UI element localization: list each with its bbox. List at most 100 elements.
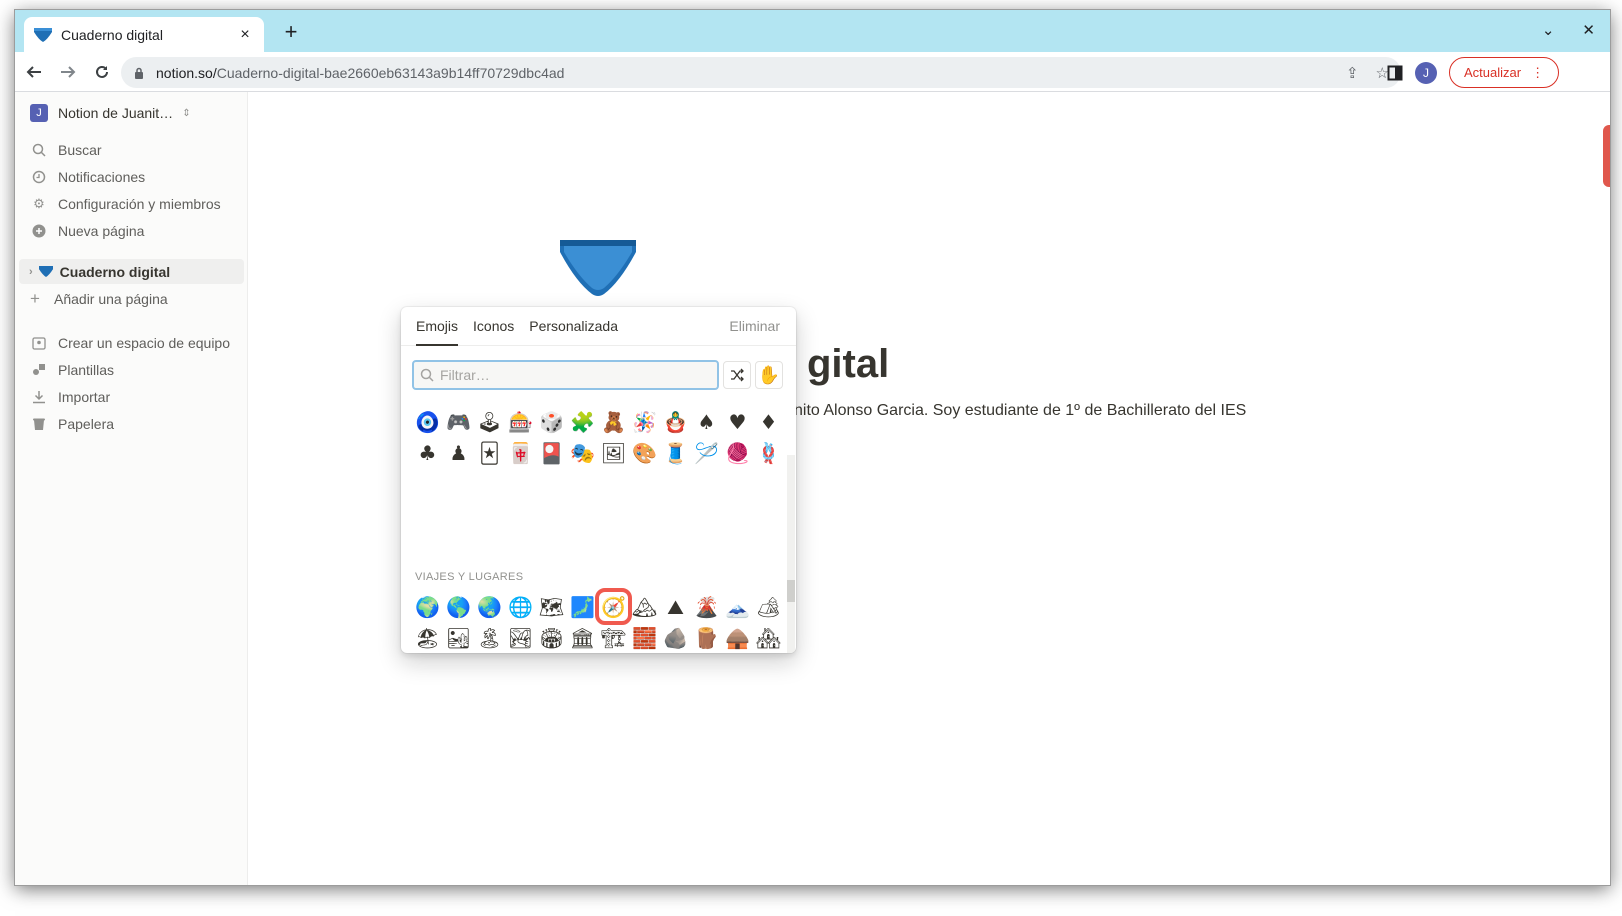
emoji-option[interactable]: 🎮 xyxy=(443,406,474,437)
emoji-filter[interactable] xyxy=(412,360,719,390)
share-icon[interactable]: ⇪ xyxy=(1346,64,1359,82)
sidebar-item-templates[interactable]: Plantillas xyxy=(31,357,114,383)
emoji-option[interactable]: 🪢 xyxy=(753,437,784,468)
emoji-option[interactable]: 🎴 xyxy=(536,437,567,468)
emoji-option[interactable]: ♦ xyxy=(753,406,784,437)
emoji-option[interactable]: 🌍 xyxy=(412,591,443,622)
emoji-option[interactable]: 🎲 xyxy=(536,406,567,437)
workspace-switcher[interactable]: J Notion de Juanit… ⇕ xyxy=(30,104,191,122)
sidebar-item-trash[interactable]: Papelera xyxy=(31,411,114,437)
emoji-row: 🌍 🌎 🌏 🌐 🗺 🗾 🧭 🏔 ⛰ 🌋 🗻 🏕 xyxy=(412,588,784,625)
page-title[interactable]: gital xyxy=(807,342,889,387)
section-label-travel: VIAJES Y LUGARES xyxy=(415,571,524,583)
emoji-option[interactable]: 🏟 xyxy=(536,622,567,653)
emoji-option[interactable]: 🕹 xyxy=(474,406,505,437)
random-emoji-button[interactable] xyxy=(723,361,751,389)
tab-search-icon[interactable]: ⌄ xyxy=(1542,21,1555,39)
emoji-option[interactable]: 🧿 xyxy=(412,406,443,437)
emoji-option[interactable]: 🏞 xyxy=(505,622,536,653)
emoji-option[interactable]: 🗻 xyxy=(722,591,753,622)
emoji-option[interactable]: 🏔 xyxy=(629,591,660,622)
sidebar-page-cuaderno-digital[interactable]: › Cuaderno digital xyxy=(19,259,244,284)
emoji-option[interactable]: 🪨 xyxy=(660,622,691,653)
sidebar-item-settings[interactable]: ⚙ Configuración y miembros xyxy=(31,191,220,217)
window-controls: ⌄ ✕ xyxy=(1542,21,1595,39)
emoji-option[interactable]: 🧸 xyxy=(598,406,629,437)
emoji-option[interactable]: 🌏 xyxy=(474,591,505,622)
emoji-option[interactable]: ♥ xyxy=(722,406,753,437)
emoji-option[interactable]: 🌋 xyxy=(691,591,722,622)
profile-avatar[interactable]: J xyxy=(1415,61,1437,84)
tab-strip: Cuaderno digital × + ⌄ ✕ xyxy=(15,10,1610,52)
sidebar-item-import[interactable]: Importar xyxy=(31,384,110,410)
sidebar-item-label: Buscar xyxy=(58,142,102,158)
picker-scrollbar[interactable] xyxy=(787,455,795,653)
side-panel-icon[interactable] xyxy=(1387,65,1403,81)
emoji-row: ♣ ♟ 🃏 🀄 🎴 🎭 🖼 🎨 🧵 🪡 🧶 🪢 xyxy=(412,437,784,468)
skin-tone-button[interactable]: ✋ xyxy=(755,361,783,389)
remove-icon-button[interactable]: Eliminar xyxy=(729,318,780,334)
sidebar-add-page[interactable]: + Añadir una página xyxy=(27,286,168,312)
emoji-option[interactable]: 🖼 xyxy=(598,437,629,468)
reload-button[interactable] xyxy=(87,57,117,87)
emoji-option[interactable]: 🎭 xyxy=(567,437,598,468)
emoji-option[interactable]: 🏖 xyxy=(412,622,443,653)
window-close-icon[interactable]: ✕ xyxy=(1582,21,1595,39)
back-arrow-icon xyxy=(26,65,41,78)
emoji-option[interactable]: 🧶 xyxy=(722,437,753,468)
tab-close-icon[interactable]: × xyxy=(236,26,254,44)
emoji-filter-input[interactable] xyxy=(440,367,700,383)
emoji-option[interactable]: 🪵 xyxy=(691,622,722,653)
tab-emojis[interactable]: Emojis xyxy=(416,307,458,346)
emoji-option[interactable]: 🗾 xyxy=(567,591,598,622)
emoji-option[interactable]: 🃏 xyxy=(474,437,505,468)
emoji-option[interactable]: 🛖 xyxy=(722,622,753,653)
emoji-option[interactable]: ♠ xyxy=(691,406,722,437)
emoji-option[interactable]: 🪡 xyxy=(691,437,722,468)
sidebar-item-label: Crear un espacio de equipo xyxy=(58,335,231,351)
page-description[interactable]: nito Alonso Garcia. Soy estudiante de 1º… xyxy=(794,402,1246,420)
emoji-option[interactable]: 🧩 xyxy=(567,406,598,437)
emoji-option[interactable]: 🎰 xyxy=(505,406,536,437)
emoji-option[interactable]: 🏘 xyxy=(753,622,784,653)
sidebar-item-label: Notificaciones xyxy=(58,169,146,185)
emoji-option[interactable]: 🧱 xyxy=(629,622,660,653)
address-bar[interactable]: notion.so/Cuaderno-digital-bae2660eb6314… xyxy=(121,57,1401,88)
browser-tab[interactable]: Cuaderno digital × xyxy=(24,17,264,52)
emoji-option[interactable]: 🏗 xyxy=(598,622,629,653)
emoji-option[interactable]: ⛰ xyxy=(660,591,691,622)
update-button[interactable]: Actualizar ⋮ xyxy=(1449,57,1560,88)
emoji-option[interactable]: 🗺 xyxy=(536,591,567,622)
emoji-option[interactable]: 🌎 xyxy=(443,591,474,622)
emoji-option[interactable]: 🎨 xyxy=(629,437,660,468)
back-button[interactable] xyxy=(19,57,49,87)
emoji-option[interactable]: 🀄 xyxy=(505,437,536,468)
emoji-option[interactable]: 🌐 xyxy=(505,591,536,622)
picker-scroll-thumb[interactable] xyxy=(787,580,795,602)
import-icon xyxy=(31,389,47,405)
emoji-option[interactable]: 🏛 xyxy=(567,622,598,653)
workspace-chevron-icon: ⇕ xyxy=(182,107,191,119)
page-icon xyxy=(38,266,53,277)
new-tab-button[interactable]: + xyxy=(279,21,303,45)
emoji-option[interactable]: 🪆 xyxy=(660,406,691,437)
emoji-option-compass-highlighted[interactable]: 🧭 xyxy=(595,588,632,625)
sidebar-item-notifications[interactable]: Notificaciones xyxy=(31,164,145,190)
sidebar-item-new-page[interactable]: Nueva página xyxy=(31,218,144,244)
emoji-option[interactable]: ♣ xyxy=(412,437,443,468)
emoji-option[interactable]: 🏜 xyxy=(443,622,474,653)
sidebar-item-create-teamspace[interactable]: Crear un espacio de equipo xyxy=(31,330,230,356)
tab-custom[interactable]: Personalizada xyxy=(529,307,618,346)
page-emoji-icon[interactable] xyxy=(560,240,636,298)
emoji-option[interactable]: 🏕 xyxy=(753,591,784,622)
forward-button[interactable] xyxy=(53,57,83,87)
expand-chevron-icon[interactable]: › xyxy=(29,266,33,278)
picker-tabs: Emojis Iconos Personalizada Eliminar xyxy=(401,307,796,346)
emoji-option[interactable]: 🏝 xyxy=(474,622,505,653)
emoji-option[interactable]: 🧵 xyxy=(660,437,691,468)
tab-icons[interactable]: Iconos xyxy=(473,307,514,346)
emoji-option[interactable]: 🪅 xyxy=(629,406,660,437)
sidebar-item-search[interactable]: Buscar xyxy=(31,137,102,163)
emoji-option[interactable]: ♟ xyxy=(443,437,474,468)
plus-icon: + xyxy=(30,289,40,308)
